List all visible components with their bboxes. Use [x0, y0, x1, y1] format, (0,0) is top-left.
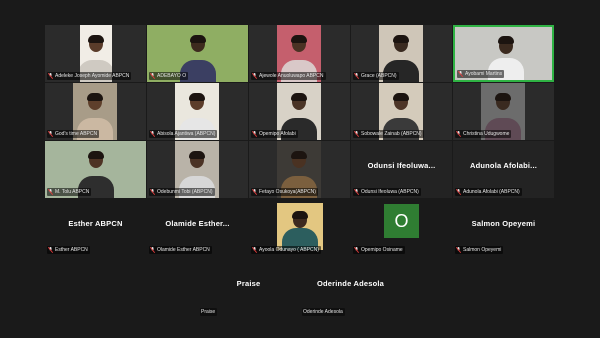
participant-name-label: Adeleke Joseph Ayomide ABPCN [47, 72, 132, 80]
participant-tile[interactable]: Olamide Esther... Olamide Esther ABPCN [147, 199, 248, 256]
participant-name-label: Fetayo Osukoya(ABPCN) [251, 188, 318, 196]
muted-microphone-icon [150, 189, 155, 195]
participant-name-label: M. Tolu ABPCN [47, 188, 92, 196]
participant-tile[interactable]: Ajewole Anuoluwapo ABPCN [249, 25, 350, 82]
muted-microphone-icon [150, 131, 155, 137]
participant-display-name: Oderinde Adesola [316, 279, 385, 288]
muted-microphone-icon [456, 189, 461, 195]
participant-display-name: Praise [236, 279, 261, 288]
participant-name-label: Ayoola Odunayo ( ABPCN) [251, 246, 321, 254]
participant-avatar: O [384, 204, 419, 238]
muted-microphone-icon [456, 247, 461, 253]
muted-microphone-icon [354, 131, 359, 137]
participant-tile[interactable]: Odunsi Ifeoluwa... Odunsi Ifeoluwa (ABPC… [351, 141, 452, 198]
participant-name-label: Salmon Opeyemi [455, 246, 504, 254]
participant-tile[interactable]: Abisola Ajantiwa (ABPCN) [147, 83, 248, 140]
muted-microphone-icon [48, 73, 53, 79]
muted-microphone-icon [48, 189, 53, 195]
participant-video [277, 203, 323, 250]
muted-microphone-icon [150, 73, 155, 79]
participant-name-label: Olamide Esther ABPCN [149, 246, 212, 254]
participant-tile[interactable]: Odebunmi Tobi (ABPCN) [147, 141, 248, 198]
participant-display-name: Olamide Esther... [165, 219, 230, 228]
participant-name-label: God's time ABPCN [47, 130, 100, 138]
participant-name-label: Abisola Ajantiwa (ABPCN) [149, 130, 218, 138]
participant-name-label: Grace (ABPCN) [353, 72, 399, 80]
participant-name-label: Esther ABPCN [47, 246, 90, 254]
participant-name-label: ADEBAYO O [149, 72, 189, 80]
muted-microphone-icon [354, 247, 359, 253]
muted-microphone-icon [354, 189, 359, 195]
participant-tile[interactable]: Fetayo Osukoya(ABPCN) [249, 141, 350, 198]
participant-tile[interactable]: Opemipo Afolabi [249, 83, 350, 140]
participant-name-label: Ajewole Anuoluwapo ABPCN [251, 72, 326, 80]
participant-tile[interactable]: O Opemipo Osiname [351, 199, 452, 256]
participant-tile[interactable]: Esther ABPCN Esther ABPCN [45, 199, 146, 256]
participant-tile[interactable]: Oderinde Adesola Oderinde Adesola [300, 261, 401, 318]
participant-tile[interactable]: Adeleke Joseph Ayomide ABPCN [45, 25, 146, 82]
participant-name-label: Adunola Afolabi (ABPCN) [455, 188, 522, 196]
participant-name-label: Odunsi Ifeoluwa (ABPCN) [353, 188, 421, 196]
participant-name-label: Oderinde Adesola [302, 308, 345, 316]
participant-tile[interactable]: Salmon Opeyemi Salmon Opeyemi [453, 199, 554, 256]
participant-tile[interactable]: Adunola Afolabi... Adunola Afolabi (ABPC… [453, 141, 554, 198]
muted-microphone-icon [48, 247, 53, 253]
participant-tile[interactable]: Christina Udugwome [453, 83, 554, 140]
participant-tile[interactable]: ADEBAYO O [147, 25, 248, 82]
person-silhouette [277, 203, 323, 250]
muted-microphone-icon [252, 247, 257, 253]
participant-tile[interactable]: Ayoola Odunayo ( ABPCN) [249, 199, 350, 256]
participant-display-name: Esther ABPCN [68, 219, 123, 228]
participant-name-label: Ayobami Martins [457, 70, 505, 78]
participant-tile-active-speaker[interactable]: Ayobami Martins [453, 25, 554, 82]
participant-name-label: Praise [200, 308, 218, 316]
muted-microphone-icon [252, 131, 257, 137]
muted-microphone-icon [458, 71, 463, 77]
participant-name-label: Odebunmi Tobi (ABPCN) [149, 188, 215, 196]
participant-tile[interactable]: M. Tolu ABPCN [45, 141, 146, 198]
participant-display-name: Salmon Opeyemi [471, 219, 536, 228]
participant-tile[interactable]: Grace (ABPCN) [351, 25, 452, 82]
participant-tile[interactable]: God's time ABPCN [45, 83, 146, 140]
participant-display-name: Odunsi Ifeoluwa... [367, 161, 436, 170]
muted-microphone-icon [150, 247, 155, 253]
muted-microphone-icon [456, 131, 461, 137]
muted-microphone-icon [252, 73, 257, 79]
participant-name-label: Opemipo Osiname [353, 246, 405, 254]
participant-display-name: Adunola Afolabi... [469, 161, 538, 170]
muted-microphone-icon [48, 131, 53, 137]
muted-microphone-icon [252, 189, 257, 195]
participant-tile[interactable]: Sobowale Zainab (ABPCN) [351, 83, 452, 140]
participant-name-label: Christina Udugwome [455, 130, 512, 138]
participant-tile[interactable]: Praise Praise [198, 261, 299, 318]
muted-microphone-icon [354, 73, 359, 79]
participant-name-label: Sobowale Zainab (ABPCN) [353, 130, 424, 138]
participant-name-label: Opemipo Afolabi [251, 130, 298, 138]
